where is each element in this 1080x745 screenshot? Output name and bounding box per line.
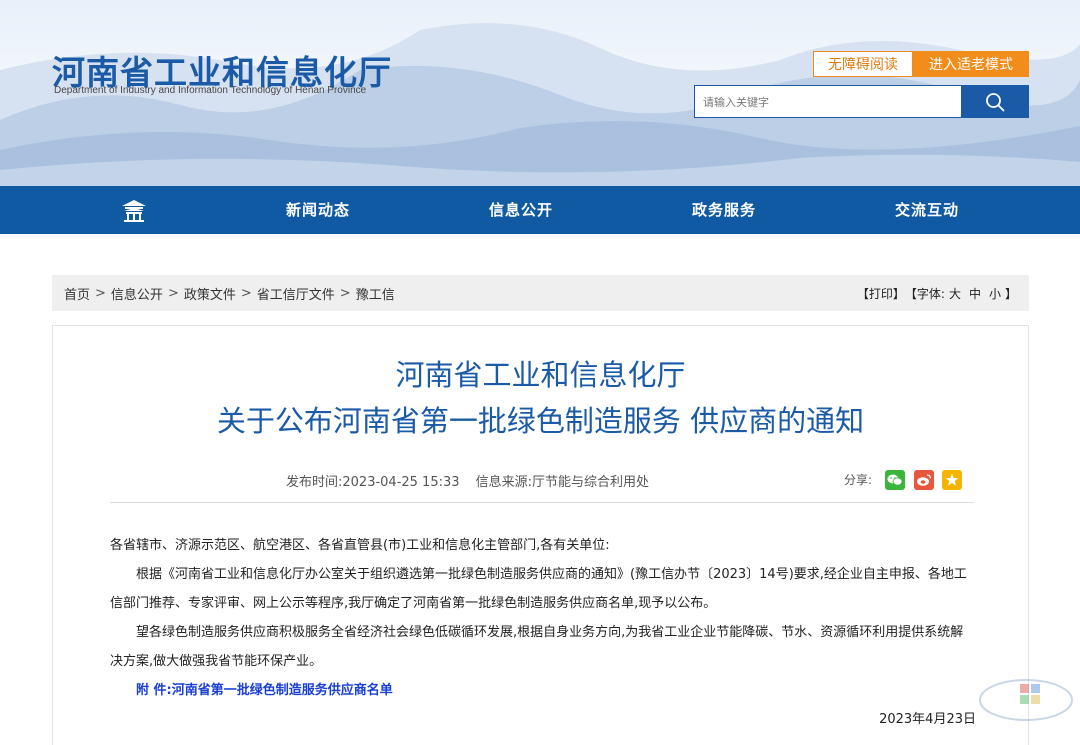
wechat-share-button[interactable] [885, 470, 905, 490]
watermark-logo [979, 679, 1073, 721]
search-button[interactable] [961, 85, 1029, 118]
salutation: 各省辖市、济源示范区、航空港区、各省直管县(市)工业和信息化主管部门,各有关单位… [110, 538, 610, 553]
breadcrumb-policy[interactable]: 政策文件 [184, 284, 236, 303]
breadcrumb-info[interactable]: 信息公开 [111, 284, 163, 303]
breadcrumb-separator: > [95, 285, 106, 301]
font-size-label: 【字体: [904, 286, 945, 301]
breadcrumb-yugongxin[interactable]: 豫工信 [356, 284, 395, 303]
search-input[interactable]: 请输入关键字 [694, 85, 962, 118]
page-tools: 【打印】 【字体: 大 中 小 】 [857, 275, 1017, 311]
article-meta: 发布时间:2023-04-25 15:33 信息来源:厅节能与综合利用处 [286, 471, 649, 490]
nav-home[interactable] [118, 197, 150, 223]
weibo-share-button[interactable] [914, 470, 934, 490]
search-icon [986, 92, 1005, 111]
font-large-link[interactable]: 大 [949, 285, 961, 302]
font-medium-link[interactable]: 中 [969, 285, 981, 302]
article-title-line1: 河南省工业和信息化厅 [395, 358, 686, 392]
site-header: 河南省工业和信息化厅 Department of Industry and In… [0, 0, 1080, 186]
favorite-star-icon [945, 473, 959, 486]
print-link[interactable]: 【打印】 [857, 285, 905, 302]
nav-interaction[interactable]: 交流互动 [895, 186, 959, 234]
document-date: 2023年4月23日 [879, 712, 976, 727]
breadcrumb: 首页 > 信息公开 > 政策文件 > 省工信厅文件 > 豫工信 【打印】 【字体… [52, 275, 1029, 311]
article-panel: 河南省工业和信息化厅 关于公布河南省第一批绿色制造服务 供应商的通知 发布时间:… [52, 325, 1029, 745]
meta-divider [110, 502, 974, 503]
nav-news[interactable]: 新闻动态 [286, 186, 350, 234]
search-placeholder: 请输入关键字 [703, 95, 769, 109]
breadcrumb-separator: > [167, 285, 179, 301]
pavilion-home-icon [122, 200, 146, 222]
favorite-share-button[interactable] [942, 470, 962, 490]
paragraph-1: 根据《河南省工业和信息化厅办公室关于组织遴选第一批绿色制造服务供应商的通知》(豫… [110, 567, 967, 611]
breadcrumb-separator: > [240, 285, 252, 301]
site-title-en: Department of Industry and Information T… [54, 85, 367, 96]
weibo-icon [917, 474, 932, 486]
font-small-link[interactable]: 小 [989, 285, 1001, 302]
main-nav: 新闻动态 信息公开 政务服务 交流互动 [0, 186, 1080, 234]
breadcrumb-home[interactable]: 首页 [64, 284, 90, 303]
article-title-line2: 关于公布河南省第一批绿色制造服务 供应商的通知 [216, 404, 865, 438]
info-source: 信息来源:厅节能与综合利用处 [475, 475, 650, 490]
nav-gov-services[interactable]: 政务服务 [692, 186, 756, 234]
paragraph-2: 望各绿色制造服务供应商积极服务全省经济社会绿色低碳循环发展,根据自身业务方向,为… [110, 625, 964, 669]
publish-time: 发布时间:2023-04-25 15:33 [286, 475, 460, 490]
attachment-link[interactable]: 附 件:河南省第一批绿色制造服务供应商名单 [110, 676, 976, 705]
wechat-icon [887, 474, 903, 486]
article-body: 各省辖市、济源示范区、航空港区、各省直管县(市)工业和信息化主管部门,各有关单位… [110, 531, 976, 734]
breadcrumb-dept-docs[interactable]: 省工信厅文件 [257, 284, 335, 303]
elderly-mode-button[interactable]: 进入适老模式 [913, 51, 1029, 77]
nav-info-disclosure[interactable]: 信息公开 [489, 186, 553, 234]
font-size-close: 】 [1004, 286, 1017, 301]
accessible-reading-button[interactable]: 无障碍阅读 [813, 51, 913, 77]
breadcrumb-separator: > [339, 285, 351, 301]
share-label: 分享: [844, 473, 873, 487]
